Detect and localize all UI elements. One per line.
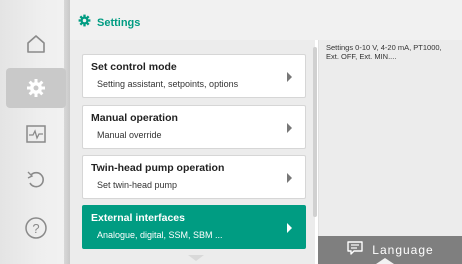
menu-item-subtitle: Setting assistant, setpoints, options [97, 79, 239, 89]
language-notch [376, 258, 394, 264]
menu-item-set-control-mode[interactable]: Set control mode Setting assistant, setp… [82, 54, 306, 98]
menu-item-title: Set control mode [91, 61, 177, 73]
scrollbar[interactable] [313, 47, 317, 217]
scroll-down-indicator-icon [188, 255, 204, 261]
menu-item-manual-operation[interactable]: Manual operation Manual override [82, 105, 306, 149]
language-label: Language [372, 243, 434, 257]
menu-item-title: Twin-head pump operation [91, 162, 225, 174]
home-icon [25, 34, 47, 54]
chevron-right-icon [285, 70, 295, 84]
menu-item-title: External interfaces [91, 212, 185, 224]
help-icon: ? [24, 216, 48, 240]
menu-item-subtitle: Manual override [97, 130, 162, 140]
menu-item-subtitle: Set twin-head pump [97, 180, 178, 190]
undo-button[interactable] [6, 160, 66, 200]
menu-item-twin-head-pump-operation[interactable]: Twin-head pump operation Set twin-head p… [82, 155, 306, 199]
chat-icon [346, 240, 364, 261]
page-title: Settings [78, 14, 140, 32]
chevron-right-icon [285, 121, 295, 135]
diagnostics-icon [25, 124, 47, 144]
home-button[interactable] [6, 24, 66, 64]
svg-text:?: ? [32, 221, 39, 236]
menu-item-external-interfaces[interactable]: External interfaces Analogue, digital, S… [82, 205, 306, 249]
settings-gear-icon [78, 14, 91, 32]
info-panel [318, 40, 462, 264]
menu-item-subtitle: Analogue, digital, SSM, SBM ... [97, 230, 223, 240]
page-title-text: Settings [97, 17, 141, 29]
help-button[interactable]: ? [6, 208, 66, 248]
chevron-right-icon [285, 221, 295, 235]
diagnostics-button[interactable] [6, 114, 66, 154]
chevron-right-icon [285, 171, 295, 185]
settings-button[interactable] [6, 68, 66, 108]
info-text: Settings 0-10 V, 4-20 mA, PT1000, Ext. O… [326, 43, 442, 61]
undo-icon [25, 169, 47, 191]
menu-item-title: Manual operation [91, 112, 178, 124]
gear-icon [25, 77, 47, 99]
